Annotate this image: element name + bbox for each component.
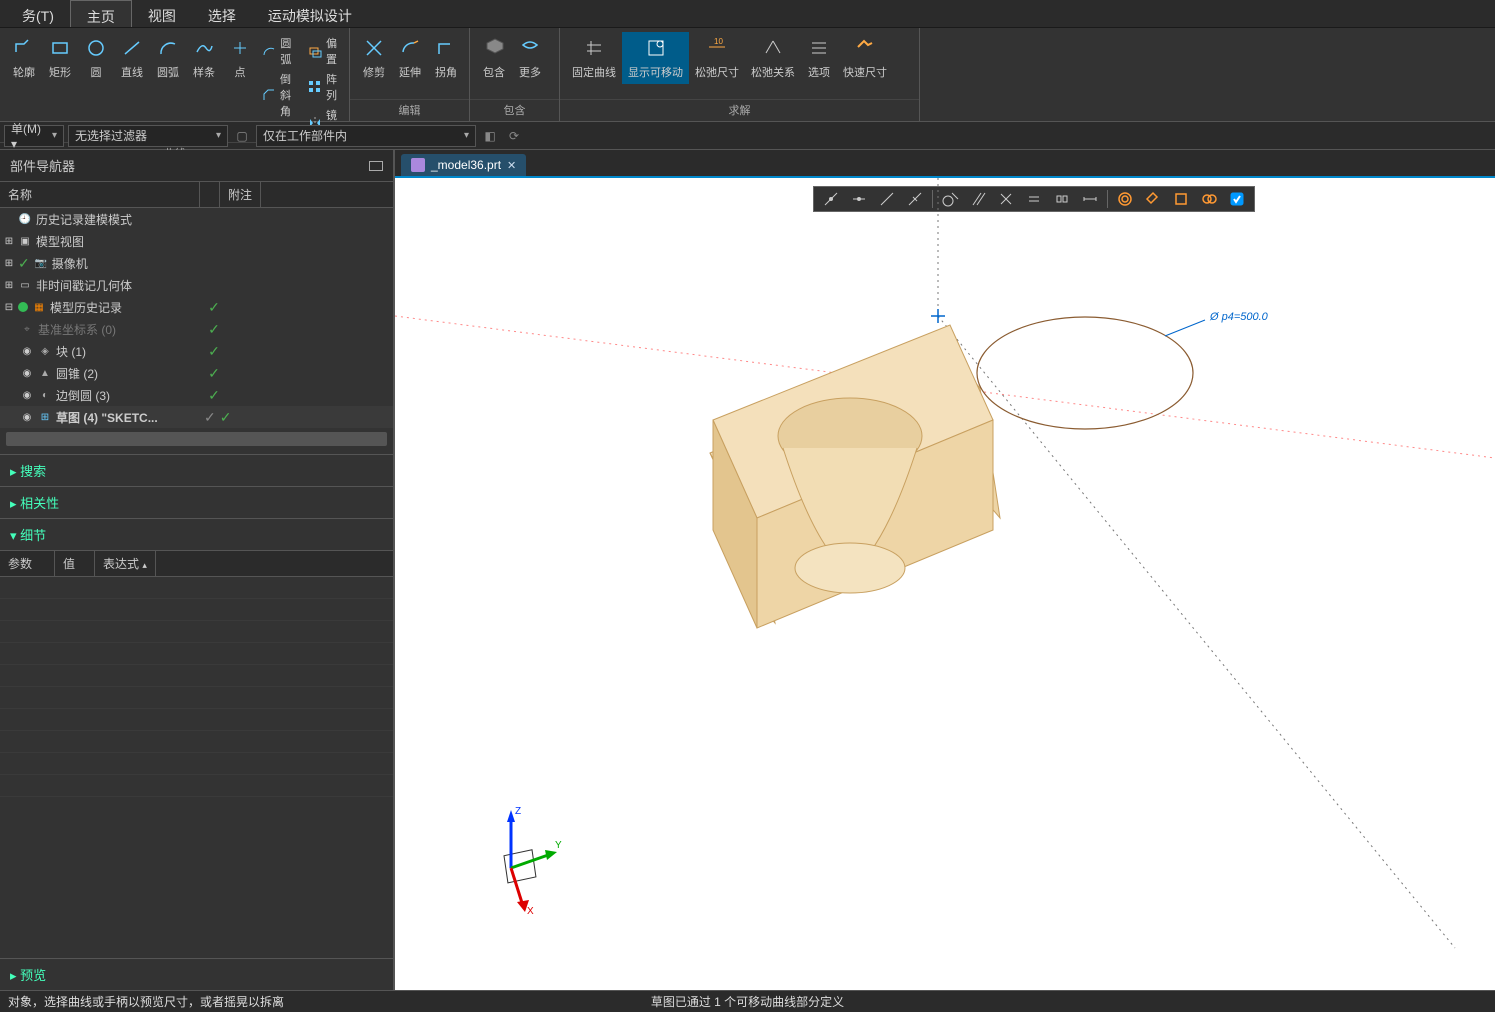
spline-button[interactable]: 样条 (186, 32, 222, 84)
relax-dim-button[interactable]: 10松弛尺寸 (689, 32, 745, 84)
menu-dropdown[interactable]: 单(M) ▾ (4, 125, 64, 147)
corner-button[interactable]: 拐角 (428, 32, 464, 84)
filter-icon-2[interactable]: ◧ (480, 126, 500, 146)
col-note[interactable]: 附注 (220, 182, 261, 207)
panel-title: 部件导航器 (10, 156, 75, 175)
file-tab-label: _model36.prt (431, 158, 501, 172)
svg-text:10: 10 (714, 37, 723, 46)
tree-non-ts[interactable]: ⊞▭非时间戳记几何体 (0, 274, 393, 296)
profile-button[interactable]: 轮廓 (6, 32, 42, 84)
options-button[interactable]: 选项 (801, 32, 837, 84)
menu-select[interactable]: 选择 (192, 0, 252, 27)
related-section[interactable]: 相关性 (0, 486, 393, 518)
main-area: 部件导航器 名称 附注 🕘历史记录建模模式 ⊞▣模型视图 ⊞✓📷摄像机 ⊞▭非时… (0, 150, 1495, 990)
group-include-label: 包含 (470, 99, 559, 121)
trim-button[interactable]: 修剪 (356, 32, 392, 84)
preview-section[interactable]: 预览 (0, 958, 393, 990)
part-icon (411, 158, 425, 172)
array-button[interactable]: 阵列 (308, 70, 339, 104)
svg-text:Ø p4=500.0: Ø p4=500.0 (1209, 311, 1269, 323)
quick-dim-button[interactable]: 快速尺寸 (837, 32, 893, 84)
col-check[interactable] (200, 182, 220, 207)
tree-history-mode[interactable]: 🕘历史记录建模模式 (0, 208, 393, 230)
svg-text:Z: Z (515, 806, 521, 817)
detail-body (0, 577, 393, 958)
search-section[interactable]: 搜索 (0, 454, 393, 486)
offset-button[interactable]: 偏置 (308, 34, 339, 68)
group-solve-label: 求解 (560, 99, 919, 121)
tree-model-views[interactable]: ⊞▣模型视图 (0, 230, 393, 252)
relax-rel-button[interactable]: 松弛关系 (745, 32, 801, 84)
tree-cameras[interactable]: ⊞✓📷摄像机 (0, 252, 393, 274)
menu-bar: 务(T) 主页 视图 选择 运动模拟设计 (0, 0, 1495, 28)
filter-icon-1[interactable]: ▢ (232, 126, 252, 146)
detail-header: 参数 值 表达式 ▴ (0, 550, 393, 577)
line-button[interactable]: 直线 (114, 32, 150, 84)
rect-button[interactable]: 矩形 (42, 32, 78, 84)
coordinate-triad[interactable]: Z Y X (465, 800, 565, 920)
feature-tree: 🕘历史记录建模模式 ⊞▣模型视图 ⊞✓📷摄像机 ⊞▭非时间戳记几何体 ⊟▦模型历… (0, 208, 393, 428)
point-button[interactable]: 点 (222, 32, 258, 84)
tree-sketch[interactable]: ◉⊞草图 (4) "SKETC...✓✓ (0, 406, 393, 428)
filter-icon-3[interactable]: ⟳ (504, 126, 524, 146)
fixed-curve-button[interactable]: 固定曲线 (566, 32, 622, 84)
arc-button[interactable]: 圆弧 (150, 32, 186, 84)
diameter-dimension[interactable]: Ø p4=500.0 (1165, 311, 1269, 336)
menu-view[interactable]: 视图 (132, 0, 192, 27)
col-name[interactable]: 名称 (0, 182, 200, 207)
panel-maximize-icon[interactable] (369, 161, 383, 171)
detail-section[interactable]: 细节 (0, 518, 393, 550)
col-expr[interactable]: 表达式 ▴ (95, 551, 156, 576)
tree-header: 名称 附注 (0, 182, 393, 208)
more-include-button[interactable]: 更多 (512, 32, 548, 84)
viewport-area: _model36.prt ✕ (395, 150, 1495, 990)
filter-bar: 单(M) ▾ 无选择过滤器 ▢ 仅在工作部件内 ◧ ⟳ (0, 122, 1495, 150)
close-tab-icon[interactable]: ✕ (507, 159, 516, 172)
tree-edge-round[interactable]: ◉◐边倒圆 (3)✓ (0, 384, 393, 406)
tree-scrollbar[interactable] (6, 432, 387, 446)
tree-cone[interactable]: ◉▲圆锥 (2)✓ (0, 362, 393, 384)
part-navigator-panel: 部件导航器 名称 附注 🕘历史记录建模模式 ⊞▣模型视图 ⊞✓📷摄像机 ⊞▭非时… (0, 150, 395, 990)
include-button[interactable]: 包含 (476, 32, 512, 84)
tab-bar: _model36.prt ✕ (395, 150, 1495, 176)
selection-filter-dropdown[interactable]: 无选择过滤器 (68, 125, 228, 147)
col-param[interactable]: 参数 (0, 551, 55, 576)
status-bar: 对象，选择曲线或手柄以预览尺寸，或者摇晃以拆离 草图已通过 1 个可移动曲线部分… (0, 990, 1495, 1012)
show-movable-button[interactable]: 显示可移动 (622, 32, 689, 84)
menu-home[interactable]: 主页 (70, 0, 132, 27)
group-edit-label: 编辑 (350, 99, 469, 121)
chamfer-button[interactable]: 倒斜角 (262, 70, 300, 120)
file-tab[interactable]: _model36.prt ✕ (401, 154, 526, 176)
3d-viewport[interactable]: Ø p4=500.0 Z Y X (395, 176, 1495, 990)
circle-button[interactable]: 圆 (78, 32, 114, 84)
menu-motion[interactable]: 运动模拟设计 (252, 0, 368, 27)
menu-task[interactable]: 务(T) (6, 0, 70, 27)
tree-datum[interactable]: ⌖基准坐标系 (0)✓ (0, 318, 393, 340)
panel-header: 部件导航器 (0, 150, 393, 182)
ribbon: 轮廓 矩形 圆 直线 圆弧 样条 点 圆弧 倒斜角 偏置 阵列 镜像 曲线 修剪… (0, 28, 1495, 122)
sketch-circle[interactable] (977, 317, 1193, 429)
arc2-button[interactable]: 圆弧 (262, 34, 300, 68)
tree-block[interactable]: ◉◈块 (1)✓ (0, 340, 393, 362)
scope-dropdown[interactable]: 仅在工作部件内 (256, 125, 476, 147)
col-value[interactable]: 值 (55, 551, 95, 576)
tree-history[interactable]: ⊟▦模型历史记录✓ (0, 296, 393, 318)
svg-text:Y: Y (555, 840, 562, 851)
svg-text:X: X (527, 906, 534, 917)
extend-button[interactable]: 延伸 (392, 32, 428, 84)
